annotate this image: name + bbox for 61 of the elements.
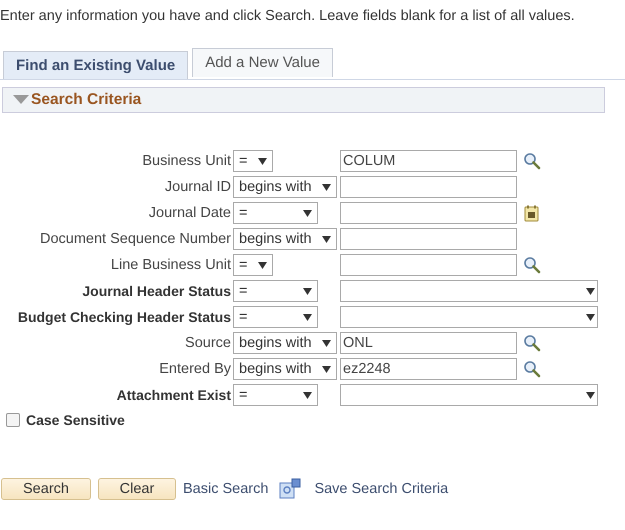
field-label: Attachment Exist bbox=[116, 387, 232, 403]
operator-select[interactable]: = bbox=[233, 280, 318, 302]
caret-icon bbox=[303, 210, 312, 216]
save-search-icon[interactable] bbox=[279, 478, 302, 500]
operator-select[interactable]: = bbox=[233, 202, 318, 224]
tab[interactable]: Find an Existing Value bbox=[3, 51, 188, 79]
caret-icon bbox=[322, 184, 331, 190]
input-field[interactable]: ez2248 bbox=[340, 358, 517, 380]
caret-icon bbox=[586, 392, 595, 398]
operator-select[interactable]: begins with bbox=[233, 358, 337, 380]
search-icon[interactable] bbox=[523, 360, 541, 378]
field-label: Journal Date bbox=[148, 205, 232, 221]
operator-select[interactable]: begins with bbox=[233, 176, 337, 198]
input-field[interactable] bbox=[340, 254, 517, 276]
caret-icon bbox=[322, 340, 331, 346]
basic-search-link[interactable]: Basic Search bbox=[183, 481, 268, 497]
save-search-link[interactable]: Save Search Criteria bbox=[314, 481, 448, 497]
input-field[interactable] bbox=[340, 176, 517, 198]
field-label: Journal ID bbox=[164, 179, 232, 195]
caret-icon bbox=[303, 288, 312, 294]
input-field[interactable] bbox=[340, 202, 517, 224]
caret-icon bbox=[322, 236, 331, 242]
search-icon[interactable] bbox=[523, 334, 541, 352]
operator-select[interactable]: begins with bbox=[233, 332, 337, 354]
caret-icon bbox=[258, 158, 267, 164]
caret-icon bbox=[258, 262, 267, 268]
clear-button[interactable]: Clear bbox=[98, 478, 176, 500]
field-label: Entered By bbox=[158, 361, 232, 377]
search-icon[interactable] bbox=[523, 152, 541, 170]
value-select[interactable] bbox=[340, 384, 598, 406]
field-label: Business Unit bbox=[141, 153, 232, 169]
collapse-icon[interactable] bbox=[13, 95, 29, 105]
field-label: Budget Checking Header Status bbox=[16, 309, 232, 325]
caret-icon bbox=[586, 288, 595, 294]
input-field[interactable]: COLUM bbox=[340, 150, 517, 172]
section-title: Search Criteria bbox=[31, 91, 142, 109]
calendar-icon[interactable] bbox=[524, 204, 539, 222]
field-label: Line Business Unit bbox=[110, 257, 232, 273]
value-select[interactable] bbox=[340, 306, 598, 328]
input-field[interactable] bbox=[340, 228, 517, 250]
checkbox[interactable] bbox=[6, 413, 20, 427]
operator-select[interactable]: = bbox=[233, 306, 318, 328]
operator-select[interactable]: = bbox=[233, 150, 273, 172]
caret-icon bbox=[303, 314, 312, 320]
tab[interactable]: Add a New Value bbox=[192, 48, 333, 77]
field-label: Document Sequence Number bbox=[38, 231, 232, 247]
section-header[interactable]: Search Criteria bbox=[2, 87, 605, 113]
caret-icon bbox=[586, 314, 595, 320]
input-field[interactable]: ONL bbox=[340, 332, 517, 354]
caret-icon bbox=[322, 366, 331, 372]
operator-select[interactable]: = bbox=[233, 384, 318, 406]
checkbox-label: Case Sensitive bbox=[26, 412, 125, 428]
operator-select[interactable]: begins with bbox=[233, 228, 337, 250]
search-icon[interactable] bbox=[523, 256, 541, 274]
value-select[interactable] bbox=[340, 280, 598, 302]
field-label: Source bbox=[184, 335, 232, 351]
caret-icon bbox=[303, 392, 312, 398]
operator-select[interactable]: = bbox=[233, 254, 273, 276]
field-label: Journal Header Status bbox=[81, 283, 232, 299]
instructions-text: Enter any information you have and click Search. Leave fields blank for a list of all values. bbox=[0, 7, 576, 24]
search-button[interactable]: Search bbox=[1, 478, 91, 500]
